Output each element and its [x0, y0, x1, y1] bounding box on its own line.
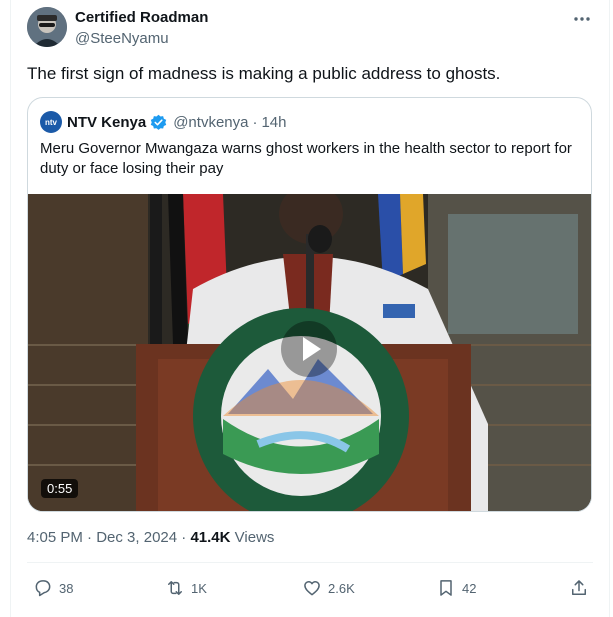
more-options-icon[interactable] [571, 12, 593, 26]
meta-separator: · [87, 529, 93, 546]
avatar-image [27, 7, 67, 47]
quoted-author-name[interactable]: NTV Kenya [67, 114, 146, 131]
like-count: 2.6K [328, 580, 355, 596]
share-icon [572, 580, 586, 595]
author-name[interactable]: Certified Roadman [75, 9, 208, 26]
play-button[interactable] [281, 321, 337, 377]
reply-count: 38 [59, 580, 74, 596]
quoted-timestamp[interactable]: 14h [261, 114, 286, 131]
avatar[interactable] [27, 7, 67, 47]
quoted-tweet-header: ntv NTV Kenya @ntvkenya · 14h [40, 111, 287, 133]
share-button[interactable] [569, 578, 595, 598]
tweet-time[interactable]: 4:05 PM [27, 529, 83, 546]
repost-icon [168, 581, 182, 595]
quoted-tweet-text: Meru Governor Mwangaza warns ghost worke… [40, 140, 572, 177]
divider [27, 562, 593, 563]
heart-icon [304, 581, 320, 596]
bookmark-icon [440, 580, 452, 596]
quoted-tweet[interactable]: ntv NTV Kenya @ntvkenya · 14h Meru Gover… [27, 97, 592, 512]
meta-separator-2: · [181, 529, 187, 546]
ntv-kenya-logo[interactable]: ntv [40, 111, 62, 133]
like-button[interactable]: 2.6K [302, 578, 355, 598]
video-player[interactable]: 0:55 [28, 194, 591, 511]
tweet-date[interactable]: Dec 3, 2024 [96, 529, 177, 546]
verified-badge-icon [150, 114, 167, 130]
quoted-author-handle[interactable]: @ntvkenya [173, 114, 248, 131]
tweet-meta: 4:05 PM · Dec 3, 2024 · 41.4K Views [27, 529, 274, 546]
reply-button[interactable]: 38 [33, 578, 73, 598]
reply-icon [35, 580, 51, 597]
repost-button[interactable]: 1K [165, 578, 207, 598]
bookmark-count: 42 [462, 580, 477, 596]
tweet-text: The first sign of madness is making a pu… [27, 64, 501, 83]
views-label: Views [234, 529, 275, 546]
separator-dot: · [252, 113, 258, 131]
views-count: 41.4K [190, 529, 231, 546]
video-duration: 0:55 [41, 479, 79, 498]
repost-count: 1K [191, 580, 207, 596]
play-icon [303, 337, 321, 361]
bookmark-button[interactable]: 42 [436, 578, 476, 598]
author-handle[interactable]: @SteeNyamu [75, 30, 169, 47]
